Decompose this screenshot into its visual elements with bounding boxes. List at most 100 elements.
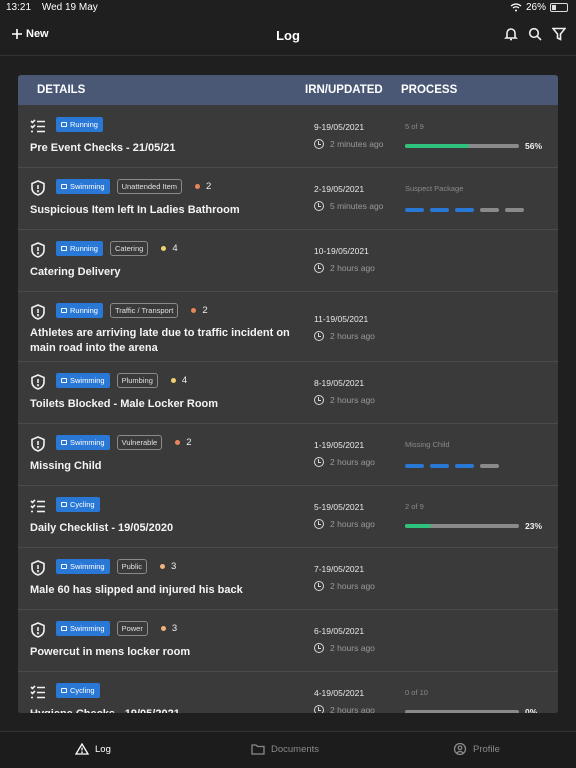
- updated-value: 5 minutes ago: [330, 201, 384, 211]
- log-title: Male 60 has slipped and injured his back: [30, 584, 243, 596]
- log-title: Suspicious Item left In Ladies Bathroom: [30, 204, 240, 216]
- process-label: 0 of 10: [405, 688, 428, 697]
- log-row[interactable]: Swimming Public 3 Male 60 has slipped and i…: [18, 548, 558, 610]
- clock-icon: [314, 581, 324, 591]
- activity-label: Swimming: [70, 562, 105, 571]
- process-label: Missing Child: [405, 440, 450, 449]
- incident-shield-icon: [30, 622, 46, 638]
- status-time: 13:21: [6, 2, 32, 13]
- log-row[interactable]: Swimming Vulnerable 2 Missing Child 1-19/05/…: [18, 424, 558, 486]
- bell-icon[interactable]: [504, 27, 518, 41]
- clock-icon: [314, 705, 324, 713]
- log-title: Athletes are arriving late due to traffi…: [30, 327, 290, 354]
- category-badge: Catering: [109, 241, 149, 256]
- process-steps: [405, 464, 499, 468]
- irn-value: 5-19/05/2021: [314, 502, 365, 512]
- calendar-icon: [61, 688, 67, 693]
- priority-value: 2: [206, 181, 212, 192]
- activity-badge: Running: [56, 241, 103, 256]
- search-icon[interactable]: [528, 27, 542, 41]
- priority-indicator: 2: [195, 181, 211, 192]
- checklist-icon: [30, 498, 46, 514]
- priority-indicator: 2: [175, 437, 191, 448]
- priority-dot: [191, 308, 197, 313]
- priority-value: 2: [202, 305, 208, 316]
- priority-value: 3: [171, 561, 177, 572]
- updated-time: 2 hours ago: [314, 263, 375, 273]
- category-badge: Traffic / Transport: [109, 303, 179, 318]
- nav-bar: New Log: [0, 16, 576, 56]
- log-row[interactable]: Swimming Power 3 Powercut in mens locker ro…: [18, 610, 558, 672]
- log-row[interactable]: Swimming Unattended Item 2 Suspicious Item …: [18, 168, 558, 230]
- incident-shield-icon: [30, 304, 46, 320]
- calendar-icon: [61, 440, 67, 445]
- activity-badge: Swimming: [56, 621, 110, 636]
- progress-fill: [405, 144, 469, 148]
- log-row[interactable]: Cycling Daily Checklist - 19/05/2020 5-19/…: [18, 486, 558, 548]
- tab-profile[interactable]: Profile: [453, 743, 500, 755]
- process-step: [480, 208, 499, 212]
- progress-bar: [405, 144, 519, 148]
- log-row[interactable]: Running Pre Event Checks - 21/05/21 9-19/0…: [18, 106, 558, 168]
- clock-icon: [314, 519, 324, 529]
- log-row[interactable]: Cycling Hygiene Checks - 19/05/2021 4-19/0…: [18, 672, 558, 713]
- tab-documents[interactable]: Documents: [251, 743, 319, 755]
- irn-value: 6-19/05/2021: [314, 626, 365, 636]
- updated-value: 2 hours ago: [330, 457, 375, 467]
- priority-dot: [160, 564, 166, 569]
- log-row[interactable]: Swimming Plumbing 4 Toilets Blocked - Male …: [18, 362, 558, 424]
- irn-value: 4-19/05/2021: [314, 688, 365, 698]
- calendar-icon: [61, 626, 67, 631]
- calendar-icon: [61, 378, 67, 383]
- updated-value: 2 hours ago: [330, 395, 375, 405]
- category-badge: Vulnerable: [116, 435, 163, 450]
- updated-time: 2 hours ago: [314, 581, 375, 591]
- incident-shield-icon: [30, 436, 46, 452]
- priority-dot: [195, 184, 201, 189]
- updated-value: 2 hours ago: [330, 331, 375, 341]
- battery-icon: [550, 3, 568, 12]
- updated-value: 2 hours ago: [330, 643, 375, 653]
- priority-indicator: 3: [160, 561, 176, 572]
- calendar-icon: [61, 564, 67, 569]
- tab-bar: Log Documents Profile: [0, 731, 576, 768]
- tab-profile-label: Profile: [473, 743, 500, 755]
- clock-icon: [314, 263, 324, 273]
- priority-indicator: 3: [160, 623, 177, 634]
- activity-label: Swimming: [70, 182, 105, 191]
- calendar-icon: [61, 308, 67, 313]
- log-title: Hygiene Checks - 19/05/2021: [30, 707, 290, 713]
- filter-icon[interactable]: [552, 27, 566, 41]
- progress-bar: [405, 524, 519, 528]
- priority-dot: [161, 246, 167, 251]
- clock-icon: [314, 201, 324, 211]
- process-step: [455, 208, 474, 212]
- calendar-icon: [61, 502, 67, 507]
- log-row[interactable]: Running Catering 4 Catering Delivery 10-19/0…: [18, 230, 558, 292]
- status-date: Wed 19 May: [41, 2, 98, 13]
- tab-documents-label: Documents: [271, 743, 320, 755]
- process-step: [430, 464, 449, 468]
- activity-badge: Cycling: [56, 683, 100, 698]
- updated-value: 2 hours ago: [330, 581, 375, 591]
- category-badge: Unattended Item: [116, 179, 183, 194]
- activity-label: Running: [70, 120, 98, 129]
- priority-indicator: 4: [170, 375, 187, 386]
- incident-shield-icon: [30, 374, 46, 390]
- updated-time: 2 minutes ago: [314, 139, 383, 149]
- process-step: [405, 208, 424, 212]
- folder-icon: [251, 744, 265, 755]
- updated-time: 5 minutes ago: [314, 201, 383, 211]
- calendar-icon: [61, 184, 67, 189]
- priority-indicator: 2: [191, 305, 208, 316]
- updated-time: 2 hours ago: [314, 643, 375, 653]
- log-row[interactable]: Running Traffic / Transport 2 Athletes are …: [18, 292, 558, 362]
- tab-log[interactable]: Log: [75, 743, 111, 755]
- calendar-icon: [61, 122, 67, 127]
- battery-percent: 26%: [525, 2, 546, 13]
- warning-icon: [75, 743, 89, 755]
- process-step: [505, 208, 524, 212]
- incident-shield-icon: [30, 180, 46, 196]
- log-title: Daily Checklist - 19/05/2020: [30, 522, 174, 534]
- priority-value: 4: [172, 243, 178, 254]
